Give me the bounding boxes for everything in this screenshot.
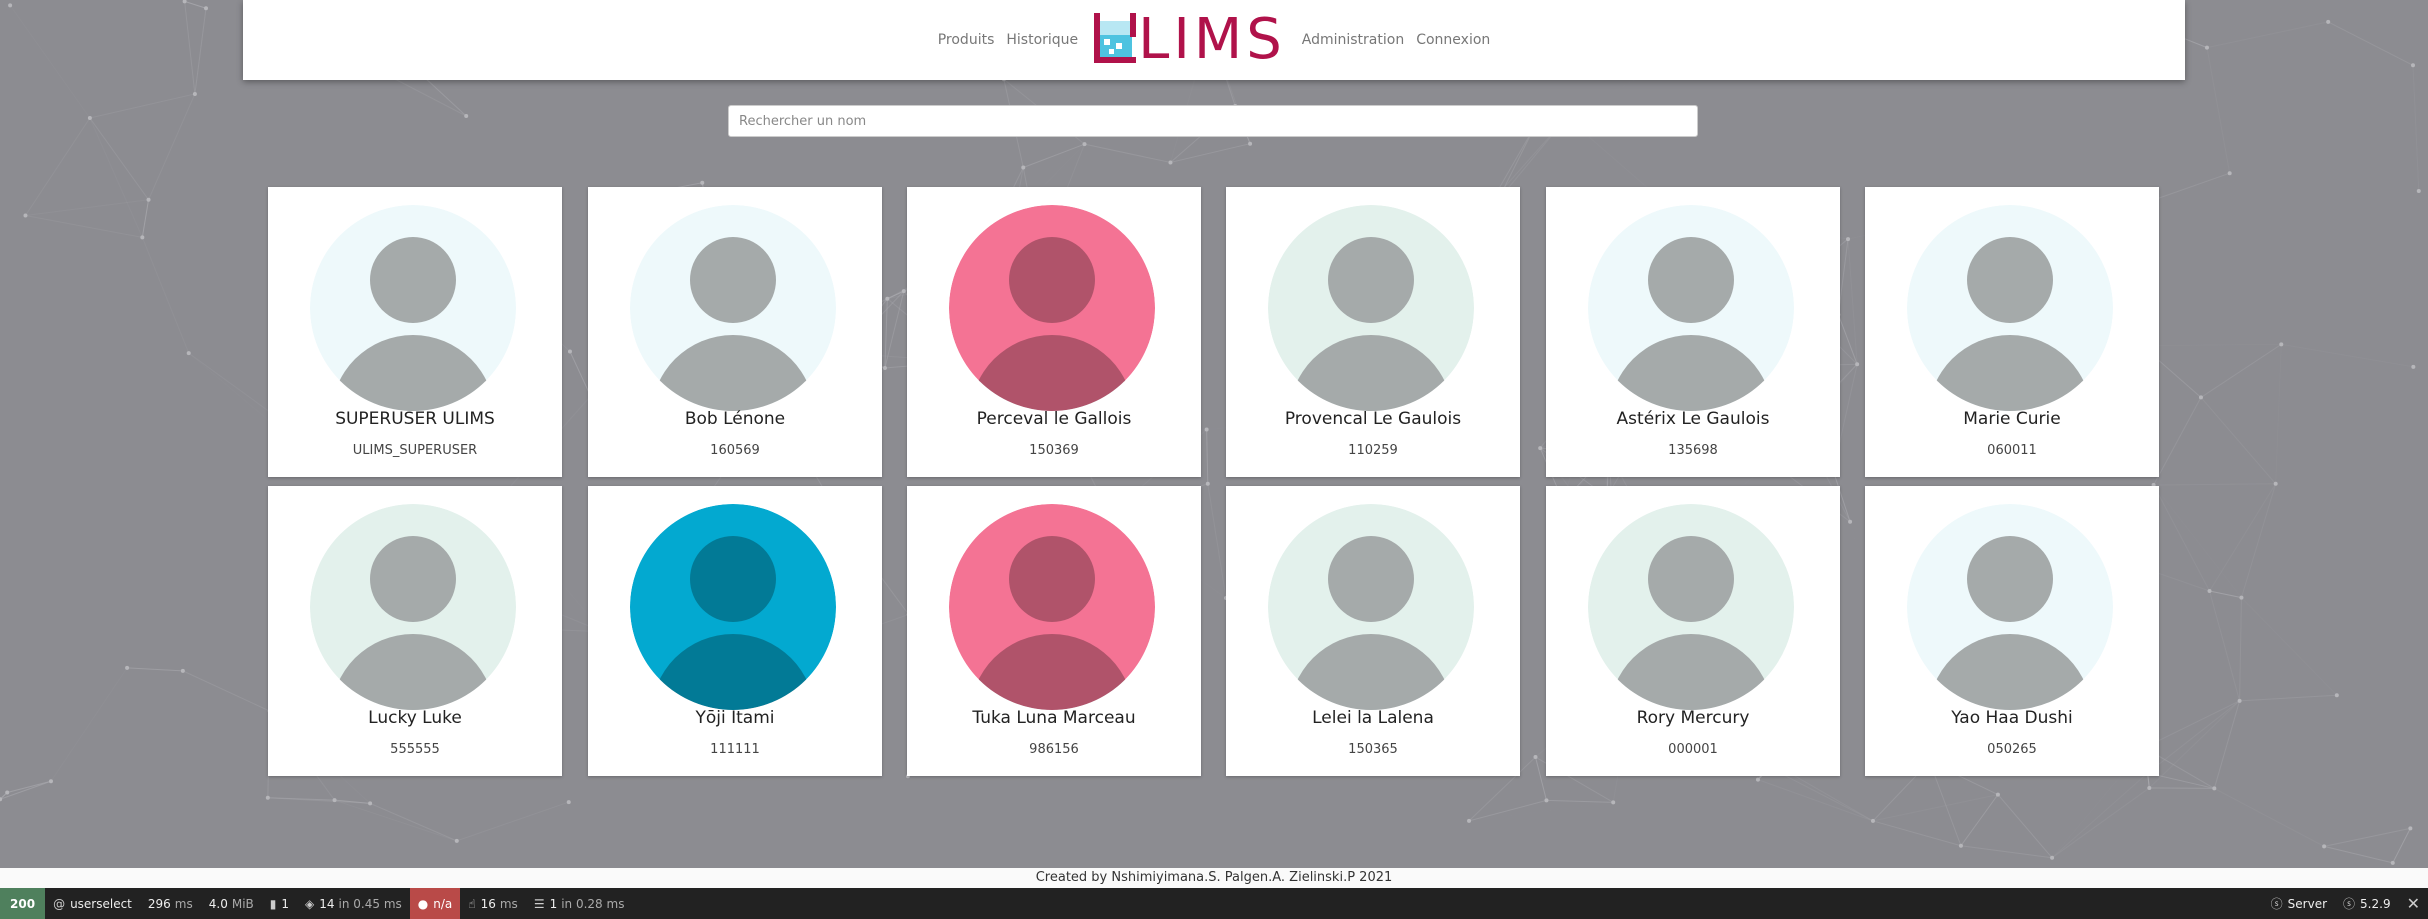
- document-icon: ▮: [269, 896, 277, 911]
- symfony-icon: ⓢ: [2270, 897, 2283, 911]
- user-card[interactable]: Astérix Le Gaulois 135698: [1546, 187, 1840, 477]
- user-name: Lucky Luke: [368, 708, 462, 728]
- user-name: Bob Lénone: [684, 409, 786, 429]
- nav-link-historique[interactable]: Historique: [1006, 32, 1078, 48]
- server-label: Server: [2287, 896, 2328, 911]
- user-card[interactable]: Rory Mercury 000001: [1546, 486, 1840, 776]
- debug-toolbar: 200 @ userselect 296 ms 4.0 MiB ▮ 1 ◈ 14 in…: [0, 888, 2428, 919]
- user-id: ULIMS_SUPERUSER: [352, 443, 478, 458]
- user-name: Tuka Luna Marceau: [972, 708, 1136, 728]
- logs-item[interactable]: ▮ 1: [262, 888, 297, 919]
- user-id: 050265: [1987, 742, 2037, 757]
- templates-detail: in 0.45 ms: [338, 896, 402, 911]
- user-avatar: [1588, 205, 1794, 411]
- user-card[interactable]: Yao Haa Dushi 050265: [1865, 486, 2159, 776]
- user-icon: ●: [417, 896, 429, 911]
- brand-name: LIMS: [1138, 7, 1286, 72]
- user-avatar: [630, 504, 836, 710]
- user-name: Yao Haa Dushi: [1951, 708, 2073, 728]
- db-count: 1: [549, 896, 558, 911]
- user-id: 000001: [1668, 742, 1718, 757]
- ajax-value: 16: [480, 896, 496, 911]
- user-id: 060011: [1987, 443, 2037, 458]
- user-card[interactable]: Lucky Luke 555555: [268, 486, 562, 776]
- templates-item[interactable]: ◈ 14 in 0.45 ms: [297, 888, 410, 919]
- database-icon: ☰: [533, 896, 545, 911]
- user-name: Lelei la Lalena: [1312, 708, 1434, 728]
- search-input[interactable]: [728, 105, 1698, 137]
- memory-value: 4.0: [208, 896, 228, 911]
- user-card[interactable]: Perceval le Gallois 150369: [907, 187, 1201, 477]
- user-card[interactable]: Tuka Luna Marceau 986156: [907, 486, 1201, 776]
- user-id: 111111: [710, 742, 760, 757]
- at-icon: @: [53, 896, 66, 911]
- ajax-unit: ms: [499, 896, 518, 911]
- user-id: 110259: [1348, 443, 1398, 458]
- user-id: 986156: [1029, 742, 1079, 757]
- nav-bar: Produits Historique LIMS Administration …: [243, 0, 2185, 80]
- user-id: 555555: [390, 742, 440, 757]
- logs-count: 1: [281, 896, 290, 911]
- user-id: 160569: [710, 443, 760, 458]
- flask-icon: [1094, 13, 1137, 67]
- user-status: n/a: [433, 896, 453, 911]
- user-card[interactable]: Yōji Itami 111111: [588, 486, 882, 776]
- route-name: userselect: [70, 896, 132, 911]
- time-item[interactable]: 296 ms: [140, 888, 201, 919]
- user-avatar: [1588, 504, 1794, 710]
- user-avatar: [1907, 504, 2113, 710]
- db-detail: in 0.28 ms: [561, 896, 625, 911]
- top-navbar: Produits Historique LIMS Administration …: [243, 0, 2185, 80]
- memory-item[interactable]: 4.0 MiB: [201, 888, 262, 919]
- user-avatar: [1907, 205, 2113, 411]
- user-name: Rory Mercury: [1636, 708, 1750, 728]
- user-id: 150365: [1348, 742, 1398, 757]
- templates-count: 14: [319, 896, 335, 911]
- database-item[interactable]: ☰ 1 in 0.28 ms: [526, 888, 633, 919]
- user-card[interactable]: Lelei la Lalena 150365: [1226, 486, 1520, 776]
- toolbar-right: ⓢ Server ⓢ 5.2.9 ✕: [2263, 888, 2428, 919]
- close-toolbar-button[interactable]: ✕: [2399, 888, 2428, 919]
- route-item[interactable]: @ userselect: [45, 888, 140, 919]
- user-name: Perceval le Gallois: [976, 409, 1132, 429]
- security-item[interactable]: ● n/a: [409, 888, 461, 919]
- symfony-logo-icon: ⓢ: [2343, 897, 2356, 911]
- nav-link-administration[interactable]: Administration: [1302, 32, 1404, 48]
- user-name: Yōji Itami: [695, 708, 775, 728]
- server-item[interactable]: ⓢ Server: [2263, 888, 2335, 919]
- user-avatar: [1268, 504, 1474, 710]
- brand-logo[interactable]: LIMS: [1094, 12, 1286, 68]
- layers-icon: ◈: [305, 896, 315, 911]
- user-avatar: [949, 205, 1155, 411]
- nav-link-produits[interactable]: Produits: [938, 32, 995, 48]
- user-avatar: [949, 504, 1155, 710]
- user-name: Marie Curie: [1963, 409, 2061, 429]
- close-icon: ✕: [2406, 894, 2420, 913]
- user-id: 135698: [1668, 443, 1718, 458]
- time-unit: ms: [174, 896, 193, 911]
- user-card[interactable]: Marie Curie 060011: [1865, 187, 2159, 477]
- time-value: 296: [147, 896, 171, 911]
- user-card[interactable]: Provencal Le Gaulois 110259: [1226, 187, 1520, 477]
- nav-link-connexion[interactable]: Connexion: [1416, 32, 1490, 48]
- user-card[interactable]: Bob Lénone 160569: [588, 187, 882, 477]
- user-avatar: [1268, 205, 1474, 411]
- ajax-item[interactable]: ☝ 16 ms: [460, 888, 526, 919]
- user-avatar: [310, 504, 516, 710]
- footer: Created by Nshimiyimana.S. Palgen.A. Zie…: [0, 868, 2428, 888]
- memory-unit: MiB: [231, 896, 254, 911]
- user-name: Provencal Le Gaulois: [1284, 409, 1462, 429]
- user-card[interactable]: SUPERUSER ULIMS ULIMS_SUPERUSER: [268, 187, 562, 477]
- user-id: 150369: [1029, 443, 1079, 458]
- version-item[interactable]: ⓢ 5.2.9: [2335, 888, 2399, 919]
- status-code-badge[interactable]: 200: [0, 888, 46, 919]
- user-avatar: [310, 205, 516, 411]
- hand-icon: ☝: [468, 896, 476, 911]
- user-name: Astérix Le Gaulois: [1616, 409, 1770, 429]
- user-name: SUPERUSER ULIMS: [335, 409, 495, 429]
- user-avatar: [630, 205, 836, 411]
- version-label: 5.2.9: [2360, 896, 2391, 911]
